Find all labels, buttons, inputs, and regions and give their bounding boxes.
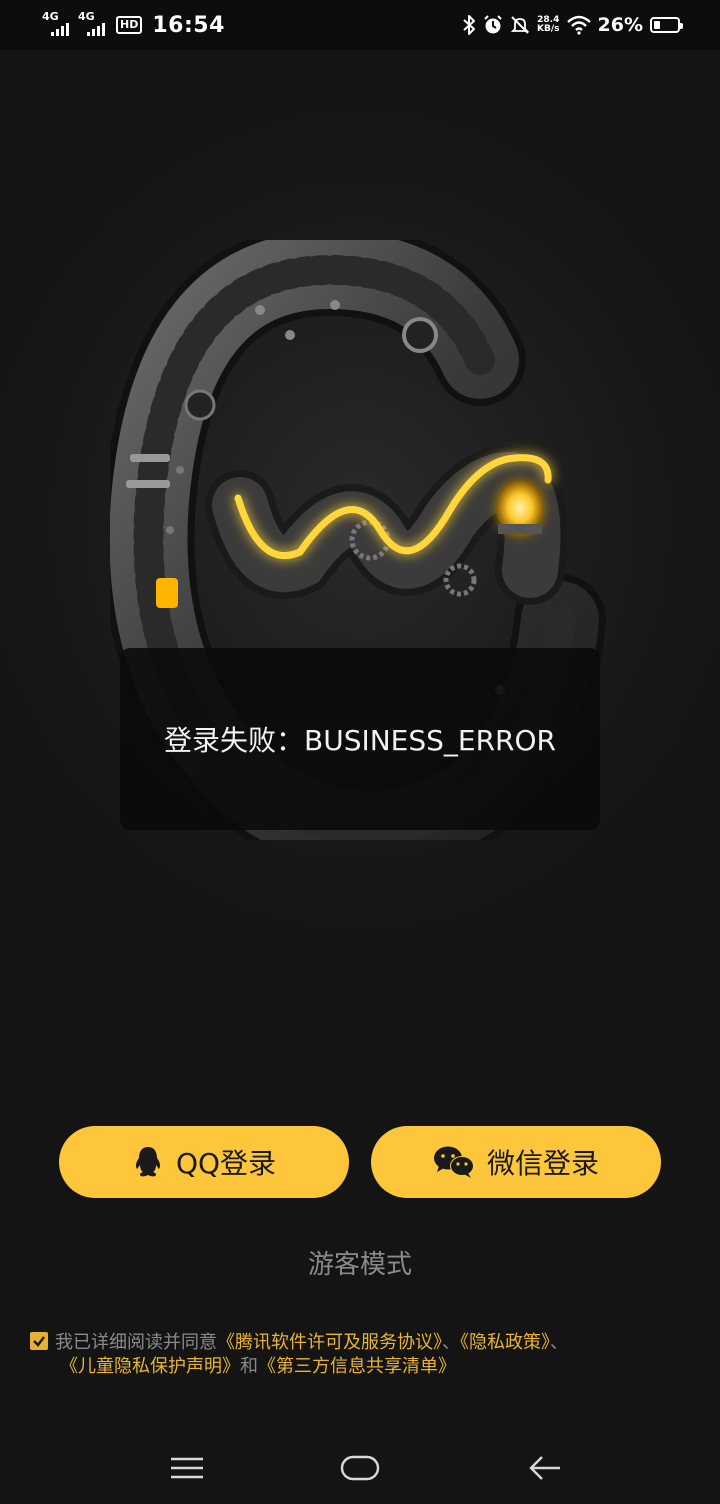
toast-message: 登录失败：BUSINESS_ERROR	[163, 724, 556, 757]
qq-login-label: QQ登录	[175, 1147, 277, 1180]
agreement-checkbox[interactable]	[30, 1332, 48, 1350]
battery-percent: 26%	[597, 14, 643, 36]
net-speed-unit: KB/s	[537, 24, 560, 34]
check-icon	[33, 1336, 45, 1347]
back-arrow-icon	[529, 1456, 560, 1480]
signal-icon: 4G	[78, 11, 108, 39]
net-speed: 28.4 KB/s	[537, 16, 559, 34]
battery-icon	[650, 17, 683, 33]
signal-icon: 4G	[42, 11, 72, 39]
wechat-login-button[interactable]: 微信登录	[371, 1126, 661, 1198]
qq-penguin-icon	[135, 1147, 160, 1177]
agreement-and: 和	[240, 1356, 258, 1377]
license-agreement-link[interactable]: 《腾讯软件许可及服务协议》	[217, 1332, 442, 1353]
agreement-separator: 、	[442, 1332, 460, 1353]
mute-bell-icon	[510, 16, 530, 34]
battery-fill	[654, 21, 660, 29]
system-nav-bar	[0, 1430, 720, 1504]
privacy-policy-link[interactable]: 《隐私政策》	[460, 1332, 550, 1353]
child-privacy-link[interactable]: 《儿童隐私保护声明》	[60, 1356, 240, 1377]
agreement-line-2: 《儿童隐私保护声明》和《第三方信息共享清单》	[60, 1354, 456, 1379]
status-left: 4G 4G HD 16:54	[42, 8, 225, 42]
agreement-line-1: 我已详细阅读并同意《腾讯软件许可及服务协议》、《隐私政策》、	[55, 1330, 568, 1355]
alarm-icon	[484, 15, 502, 34]
menu-button[interactable]	[157, 1448, 217, 1488]
back-button[interactable]	[515, 1448, 575, 1488]
network-type-1: 4G	[42, 10, 59, 23]
agreement-separator: 、	[550, 1332, 568, 1353]
wifi-icon	[566, 15, 591, 35]
guest-mode-link[interactable]: 游客模式	[0, 1244, 720, 1281]
menu-icon	[171, 1457, 203, 1479]
status-right: 28.4 KB/s 26%	[462, 8, 683, 42]
network-type-2: 4G	[78, 10, 95, 23]
wechat-icon	[433, 1146, 474, 1178]
wechat-login-label: 微信登录	[486, 1147, 599, 1180]
hd-voice-icon: HD	[116, 16, 143, 34]
bluetooth-icon	[463, 15, 476, 35]
status-time: 16:54	[152, 12, 225, 38]
home-icon	[340, 1455, 380, 1481]
qq-login-button[interactable]: QQ登录	[59, 1126, 349, 1198]
status-bar: 4G 4G HD 16:54 28.4 KB/s 26%	[0, 0, 720, 50]
login-screen: 4G 4G HD 16:54 28.4 KB/s 26% 登录失败：BUSINE…	[0, 0, 720, 1504]
agreement-prefix: 我已详细阅读并同意	[55, 1332, 217, 1353]
third-party-list-link[interactable]: 《第三方信息共享清单》	[258, 1356, 456, 1377]
error-toast: 登录失败：BUSINESS_ERROR	[120, 648, 600, 830]
home-button[interactable]	[330, 1448, 390, 1488]
